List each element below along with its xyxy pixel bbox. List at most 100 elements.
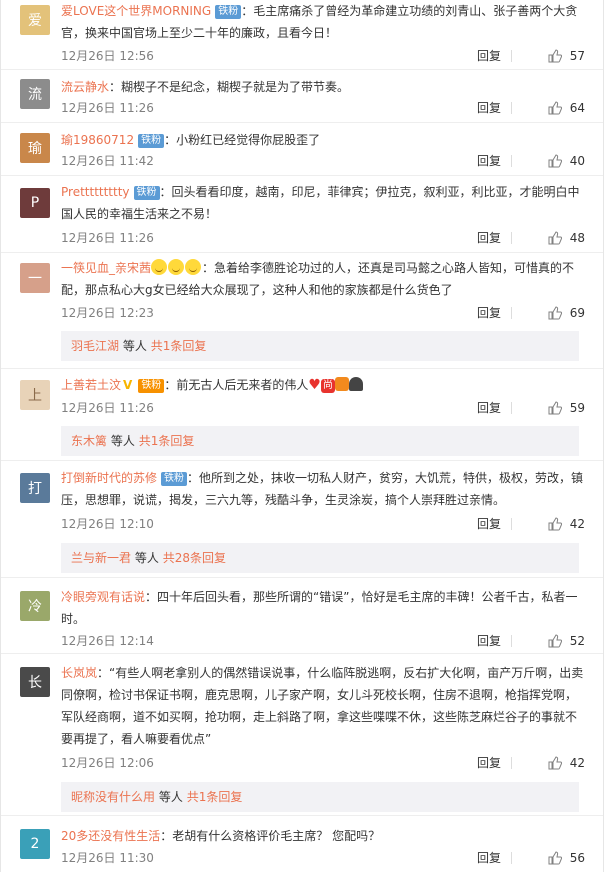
- reply-button[interactable]: 回复: [477, 631, 501, 651]
- comment-item: P Prettttttttty 铁粉 ：回头看看印度，越南，印尼，菲律宾；伊拉克，叙…: [1, 176, 603, 253]
- like-button[interactable]: 64: [548, 98, 585, 118]
- comment-item: 流 流云静水：糊楔子不是纪念，糊楔子就是为了带节奏。 12月26日 11:26 …: [1, 70, 603, 123]
- reply-button[interactable]: 回复: [477, 848, 501, 868]
- avatar[interactable]: 上: [20, 380, 50, 410]
- comment-username[interactable]: 上善若土汶: [61, 378, 121, 392]
- divider: [511, 232, 512, 244]
- comment-time: 12月26日 12:14: [61, 634, 154, 648]
- thumbs-up-icon: [548, 154, 562, 168]
- avatar[interactable]: 瑜: [20, 133, 50, 163]
- sub-reply-summary[interactable]: 东木篱 等人 共1条回复: [61, 426, 579, 456]
- reply-button[interactable]: 回复: [477, 46, 501, 66]
- comment-username[interactable]: 冷眼旁观有话说: [61, 590, 145, 604]
- comment-time: 12月26日 11:26: [61, 231, 154, 245]
- sub-reply-username[interactable]: 昵称没有什么用: [71, 790, 155, 804]
- heart-icon: ♥: [308, 377, 321, 393]
- comment-username[interactable]: 打倒新时代的苏修: [61, 471, 157, 485]
- comment-time: 12月26日 11:26: [61, 401, 154, 415]
- divider: [511, 50, 512, 62]
- view-replies-link[interactable]: 共28条回复: [163, 551, 226, 565]
- comment-username[interactable]: 流云静水: [61, 80, 109, 94]
- comment-time: 12月26日 11:42: [61, 154, 154, 168]
- like-button[interactable]: 42: [548, 753, 585, 773]
- comment-time: 12月26日 11:30: [61, 851, 154, 865]
- comment-text: ：“有些人啊老拿别人的偶然错误说事，什么临阵脱逃啊，反右扩大化啊，亩产万斤啊，出…: [61, 666, 584, 746]
- fan-badge: 铁粉: [138, 134, 165, 148]
- avatar[interactable]: 长: [20, 667, 50, 697]
- sub-reply-username[interactable]: 东木篱: [71, 434, 107, 448]
- reply-button[interactable]: 回复: [477, 98, 501, 118]
- thumbs-up-icon: [548, 851, 562, 865]
- comment-item: 打 打倒新时代的苏修 铁粉 ：他所到之处，抹收一切私人财产，贫穷，大饥荒，特供，极权…: [1, 461, 603, 578]
- like-button[interactable]: 52: [548, 631, 585, 651]
- view-replies-link[interactable]: 共1条回复: [187, 790, 243, 804]
- like-count: 69: [569, 306, 585, 320]
- divider: [511, 852, 512, 864]
- thumbs-up-icon: [548, 306, 562, 320]
- like-button[interactable]: 40: [548, 151, 585, 171]
- like-count: 56: [569, 851, 585, 865]
- sub-reply-summary[interactable]: 羽毛江湖 等人 共1条回复: [61, 331, 579, 361]
- avatar[interactable]: 打: [20, 473, 50, 503]
- comment-text: ：老胡有什么资格评价毛主席？ 您配吗？: [160, 829, 381, 843]
- like-count: 52: [569, 634, 585, 648]
- view-replies-link[interactable]: 共1条回复: [151, 339, 207, 353]
- comment-username[interactable]: 一筷见血_亲宋茜: [61, 261, 151, 275]
- divider: [511, 757, 512, 769]
- comment-time: 12月26日 11:26: [61, 101, 154, 115]
- comment-username[interactable]: 爱LOVE这个世界MORNING: [61, 4, 211, 18]
- fan-badge: 铁粉: [138, 379, 165, 393]
- comment-username[interactable]: 20多还没有性生活: [61, 829, 160, 843]
- comment-item: 爱 爱LOVE这个世界MORNING 铁粉 ：毛主席痛杀了曾经为革命建立功绩的刘青山…: [1, 0, 603, 70]
- like-button[interactable]: 69: [548, 303, 585, 323]
- comment-username[interactable]: 瑜19860712: [61, 133, 134, 147]
- divider: [511, 307, 512, 319]
- sub-reply-summary[interactable]: 兰与新一君 等人 共28条回复: [61, 543, 579, 573]
- reply-button[interactable]: 回复: [477, 303, 501, 323]
- comment-username[interactable]: 长岚岚: [61, 666, 97, 680]
- like-button[interactable]: 57: [548, 46, 585, 66]
- reply-button[interactable]: 回复: [477, 514, 501, 534]
- view-replies-link[interactable]: 共1条回复: [139, 434, 195, 448]
- sticker-icon: 尚: [320, 379, 335, 393]
- reply-button[interactable]: 回复: [477, 753, 501, 773]
- reply-button[interactable]: 回复: [477, 228, 501, 248]
- comment-item: 上 上善若土汶 V 铁粉 ：前无古人后无来者的伟人♥ 尚 12月26日 11:26 回复…: [1, 369, 603, 461]
- comment-item: 瑜 瑜19860712 铁粉 ：小粉红已经觉得你屁股歪了 12月26日 11:42 …: [1, 123, 603, 176]
- like-count: 64: [569, 101, 585, 115]
- avatar[interactable]: P: [20, 188, 50, 218]
- comment-time: 12月26日 12:23: [61, 306, 154, 320]
- thumbs-up-icon: [548, 231, 562, 245]
- thumbs-up-icon: [548, 756, 562, 770]
- like-count: 42: [569, 517, 585, 531]
- sub-reply-username[interactable]: 兰与新一君: [71, 551, 131, 565]
- comment-item: 长 长岚岚：“有些人啊老拿别人的偶然错误说事，什么临阵脱逃啊，反右扩大化啊，亩产…: [1, 654, 603, 816]
- like-button[interactable]: 42: [548, 514, 585, 534]
- fan-badge: 铁粉: [161, 472, 188, 486]
- like-count: 57: [569, 49, 585, 63]
- like-count: 48: [569, 231, 585, 245]
- reply-button[interactable]: 回复: [477, 151, 501, 171]
- avatar[interactable]: 冷: [20, 591, 50, 621]
- thumbs-up-icon: [548, 634, 562, 648]
- avatar[interactable]: 爱: [20, 5, 50, 35]
- reply-button[interactable]: 回复: [477, 398, 501, 418]
- comment-item: 一 一筷见血_亲宋茜 ：急着给李德胜论功过的人，还真是司马懿之心路人皆知，可惜真的…: [1, 253, 603, 369]
- laugh-emoji-icon: [151, 259, 168, 275]
- thumbs-up-icon: [548, 101, 562, 115]
- thumbs-up-icon: [548, 517, 562, 531]
- comment-text: ：前无古人后无来者的伟人: [164, 378, 309, 392]
- avatar[interactable]: 2: [20, 829, 50, 859]
- comment-time: 12月26日 12:10: [61, 517, 154, 531]
- like-button[interactable]: 59: [548, 398, 585, 418]
- sub-reply-summary[interactable]: 昵称没有什么用 等人 共1条回复: [61, 782, 579, 812]
- comment-username[interactable]: Prettttttttty: [61, 185, 130, 199]
- sub-reply-username[interactable]: 羽毛江湖: [71, 339, 119, 353]
- divider: [511, 635, 512, 647]
- vip-icon: V: [123, 378, 133, 392]
- gift-icon: [334, 377, 349, 391]
- like-button[interactable]: 48: [548, 228, 585, 248]
- avatar[interactable]: 流: [20, 79, 50, 109]
- like-button[interactable]: 56: [548, 848, 585, 868]
- avatar[interactable]: 一: [20, 263, 50, 293]
